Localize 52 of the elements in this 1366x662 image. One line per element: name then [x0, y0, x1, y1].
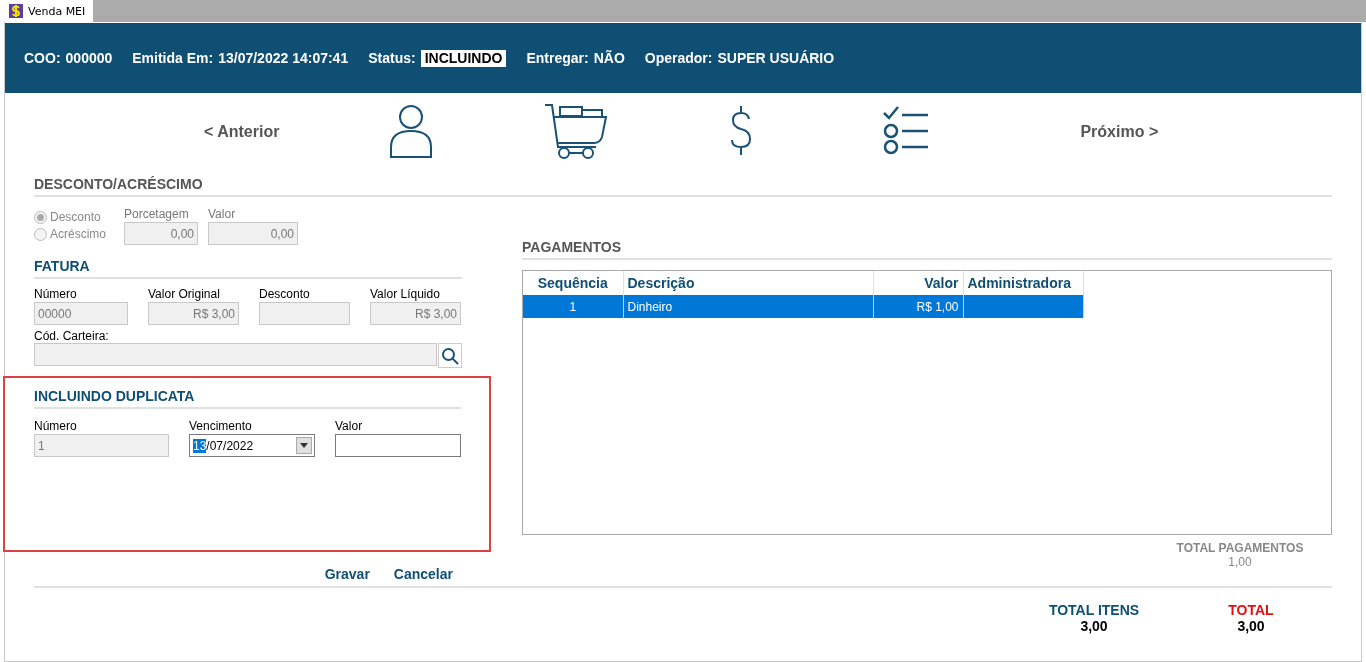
field-label: Valor Original: [148, 287, 221, 301]
total-value: 1,00: [1228, 555, 1252, 569]
search-button[interactable]: [438, 343, 462, 368]
table-cell: 1: [523, 295, 623, 318]
field-label: Valor: [335, 419, 364, 433]
action-button[interactable]: Cancelar: [393, 566, 453, 582]
input-field[interactable]: [259, 302, 350, 325]
table-row[interactable]: 1 Dinheiro R$ 1,00: [523, 295, 1083, 318]
total-label: TOTAL: [1228, 602, 1274, 618]
header-label: COO:: [24, 50, 61, 66]
shopping-cart-icon[interactable]: [544, 103, 609, 161]
header-value: SUPER USUÁRIO: [717, 50, 835, 66]
field-label: Desconto: [259, 287, 311, 301]
action-button[interactable]: Gravar: [324, 566, 370, 582]
table-cell: R$ 1,00: [873, 295, 963, 318]
section-title: INCLUINDO DUPLICATA: [34, 383, 461, 409]
section-title: FATURA: [34, 253, 462, 279]
header-value: NÃO: [593, 50, 625, 66]
input-field[interactable]: R$ 3,00: [370, 302, 461, 325]
input-field[interactable]: 00000: [34, 302, 128, 325]
header-label: Entregar:: [526, 50, 589, 66]
header-label: Operador:: [644, 50, 713, 66]
header-label: Status:: [368, 50, 416, 66]
field-label: Porcetagem: [124, 207, 190, 221]
field-label: Cód. Carteira:: [34, 329, 109, 343]
window-tab[interactable]: Venda MEI: [0, 0, 94, 22]
field-label: Número: [34, 419, 78, 433]
field-label: Valor Líquido: [370, 287, 441, 301]
field-label: Valor: [208, 207, 237, 221]
input-field[interactable]: [335, 434, 461, 457]
input-field[interactable]: [34, 343, 437, 366]
previous-link[interactable]: < Anterior: [204, 123, 280, 141]
next-link[interactable]: Próximo >: [1080, 123, 1159, 141]
total-value: 3,00: [1237, 618, 1265, 634]
input-field[interactable]: 1: [34, 434, 169, 457]
search-icon: [441, 346, 459, 365]
caret-icon[interactable]: [300, 443, 308, 448]
header-value: 000000: [65, 50, 113, 66]
total-value: 3,00: [1080, 618, 1108, 634]
field-label: Número: [34, 287, 78, 301]
field-label: Vencimento: [189, 419, 253, 433]
person-icon[interactable]: [388, 103, 435, 159]
input-field[interactable]: R$ 3,00: [148, 302, 239, 325]
section-title: DESCONTO/ACRÉSCIMO: [34, 171, 1332, 197]
dollar-icon: [8, 3, 24, 19]
total-label: TOTAL PAGAMENTOS: [1176, 541, 1304, 555]
status-badge: INCLUINDO: [420, 49, 507, 67]
table-cell: Dinheiro: [623, 295, 873, 318]
header-label: Emitida Em:: [132, 50, 214, 66]
section-title: PAGAMENTOS: [522, 234, 1332, 260]
total-label: TOTAL ITENS: [1048, 602, 1140, 618]
header-value: 13/07/2022 14:07:41: [218, 50, 349, 66]
